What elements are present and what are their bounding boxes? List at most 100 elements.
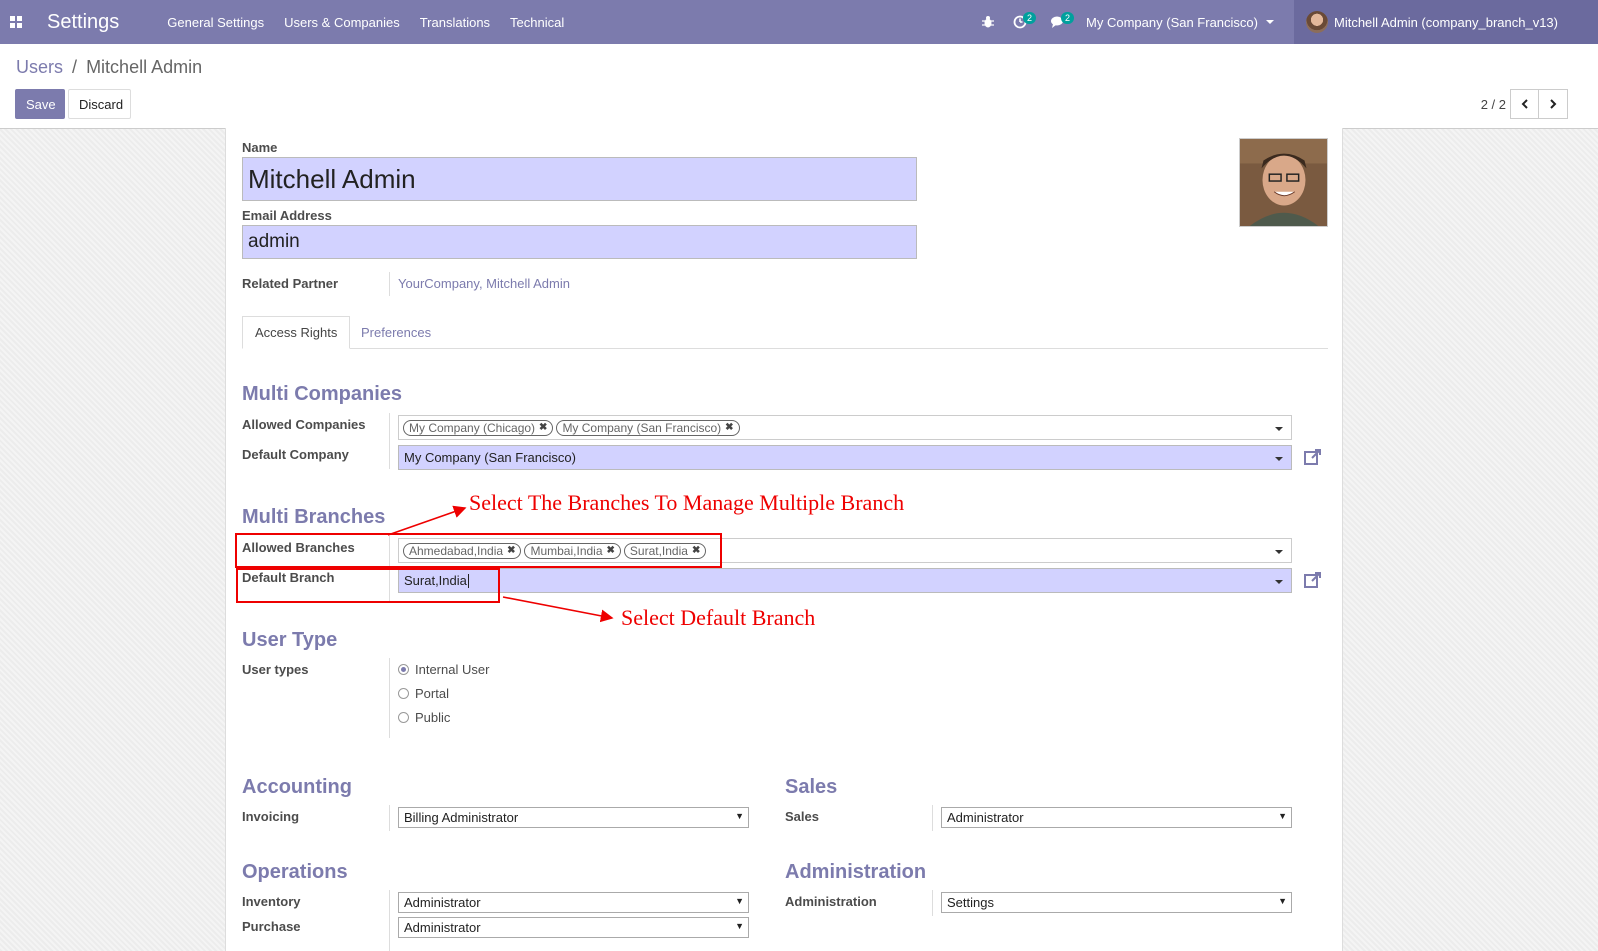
chevron-right-icon [1550, 99, 1557, 109]
section-multi-branches: Multi Branches [242, 506, 386, 528]
section-administration: Administration [785, 861, 927, 883]
top-navbar: Settings General Settings Users & Compan… [0, 0, 1598, 44]
pager-value: 2 / 2 [1480, 97, 1506, 112]
radio-public[interactable]: Public [398, 710, 450, 725]
user-photo[interactable] [1239, 138, 1328, 227]
invoicing-select[interactable]: Billing Administrator ▼ [398, 807, 749, 828]
default-branch-field[interactable]: Surat,India [398, 568, 1292, 593]
tag-label: My Company (San Francisco) [562, 420, 722, 435]
breadcrumb-current: Mitchell Admin [86, 57, 203, 77]
chevron-down-icon [1266, 20, 1274, 24]
user-name: Mitchell Admin (company_branch_v13) [1334, 14, 1558, 30]
section-accounting: Accounting [242, 776, 352, 798]
radio-portal[interactable]: Portal [398, 686, 449, 701]
section-sales: Sales [785, 776, 838, 798]
pager-next-button[interactable] [1539, 89, 1568, 119]
menu-technical[interactable]: Technical [510, 15, 564, 30]
sales-label: Sales [785, 809, 819, 824]
chevron-down-icon[interactable] [1275, 579, 1283, 584]
breadcrumb-separator: / [72, 57, 78, 77]
radio-label: Public [415, 710, 451, 725]
purchase-label: Purchase [242, 919, 301, 934]
radio-button[interactable] [398, 688, 409, 699]
field-divider [932, 890, 933, 916]
activity-count-badge: 2 [1023, 12, 1037, 24]
company-tag: My Company (San Francisco) ✖ [556, 419, 740, 436]
field-divider [389, 658, 390, 738]
field-divider [389, 890, 390, 951]
company-switcher-label: My Company (San Francisco) [1086, 14, 1258, 30]
annotation-box-default-branch [236, 568, 500, 603]
section-user-type: User Type [242, 629, 338, 651]
menu-translations[interactable]: Translations [420, 15, 490, 30]
external-link-icon[interactable] [1303, 570, 1323, 590]
field-divider [389, 272, 390, 296]
close-icon[interactable]: ✖ [539, 422, 547, 433]
external-link-icon[interactable] [1303, 447, 1323, 467]
allowed-companies-field[interactable]: My Company (Chicago) ✖ My Company (San Fr… [398, 415, 1292, 440]
app-title: Settings [47, 10, 120, 33]
select-value: Settings [947, 895, 994, 910]
radio-button[interactable] [398, 712, 409, 723]
allowed-companies-label: Allowed Companies [242, 417, 366, 432]
select-value: Administrator [947, 810, 1024, 825]
administration-select[interactable]: Settings ▼ [941, 892, 1292, 913]
debug-bug-icon[interactable] [972, 0, 1004, 44]
email-label: Email Address [242, 208, 332, 223]
chevron-down-icon[interactable] [1275, 456, 1283, 461]
inventory-select[interactable]: Administrator ▼ [398, 892, 749, 913]
dropdown-arrow-icon: ▼ [1278, 811, 1287, 821]
radio-button[interactable] [398, 664, 409, 675]
tab-preferences[interactable]: Preferences [349, 316, 443, 349]
dropdown-arrow-icon: ▼ [735, 811, 744, 821]
tab-access-rights[interactable]: Access Rights [242, 316, 351, 349]
annotation-box-allowed-branches [235, 533, 722, 568]
close-icon[interactable]: ✖ [725, 422, 733, 433]
user-menu[interactable]: Mitchell Admin (company_branch_v13) [1294, 0, 1598, 44]
email-input[interactable]: admin [242, 225, 917, 259]
menu-users-companies[interactable]: Users & Companies [284, 15, 400, 30]
dropdown-arrow-icon: ▼ [735, 896, 744, 906]
sales-select[interactable]: Administrator ▼ [941, 807, 1292, 828]
name-input[interactable]: Mitchell Admin [242, 157, 917, 201]
activity-clock-icon[interactable]: 2 [1004, 0, 1037, 44]
save-button[interactable]: Save [15, 89, 65, 119]
administration-label: Administration [785, 894, 877, 909]
dropdown-arrow-icon: ▼ [1278, 896, 1287, 906]
pager-previous-button[interactable] [1510, 89, 1539, 119]
message-count-badge: 2 [1061, 12, 1075, 24]
section-multi-companies: Multi Companies [242, 383, 403, 405]
select-value: Administrator [404, 920, 481, 935]
breadcrumb: Users / Mitchell Admin [16, 57, 202, 78]
invoicing-label: Invoicing [242, 809, 300, 824]
chevron-left-icon [1521, 99, 1528, 109]
default-company-label: Default Company [242, 447, 349, 462]
purchase-select[interactable]: Administrator ▼ [398, 917, 749, 938]
select-value: Billing Administrator [404, 810, 519, 825]
related-partner-link[interactable]: YourCompany, Mitchell Admin [398, 276, 570, 291]
field-divider [932, 805, 933, 831]
default-company-field[interactable]: My Company (San Francisco) [398, 445, 1292, 470]
related-partner-label: Related Partner [242, 276, 339, 291]
discard-button[interactable]: Discard [68, 89, 131, 119]
annotation-branches-note: Select The Branches To Manage Multiple B… [469, 490, 905, 515]
chevron-down-icon[interactable] [1275, 549, 1283, 554]
name-label: Name [242, 140, 278, 155]
tag-label: My Company (Chicago) [409, 420, 536, 435]
pager-buttons [1510, 89, 1568, 119]
company-switcher[interactable]: My Company (San Francisco) [1086, 15, 1274, 30]
menu-general-settings[interactable]: General Settings [167, 15, 264, 30]
default-company-value: My Company (San Francisco) [404, 450, 576, 465]
avatar [1306, 11, 1328, 33]
chevron-down-icon[interactable] [1275, 426, 1283, 431]
inventory-label: Inventory [242, 894, 301, 909]
annotation-default-note: Select Default Branch [621, 605, 816, 630]
apps-menu-icon[interactable] [0, 0, 32, 44]
breadcrumb-users-link[interactable]: Users [16, 57, 63, 77]
notebook-tabs: Access Rights Preferences [242, 316, 1328, 349]
field-divider [389, 805, 390, 831]
section-operations: Operations [242, 861, 348, 883]
messages-chat-icon[interactable]: 2 [1042, 0, 1075, 44]
radio-internal-user[interactable]: Internal User [398, 662, 489, 677]
radio-label: Internal User [415, 662, 490, 677]
